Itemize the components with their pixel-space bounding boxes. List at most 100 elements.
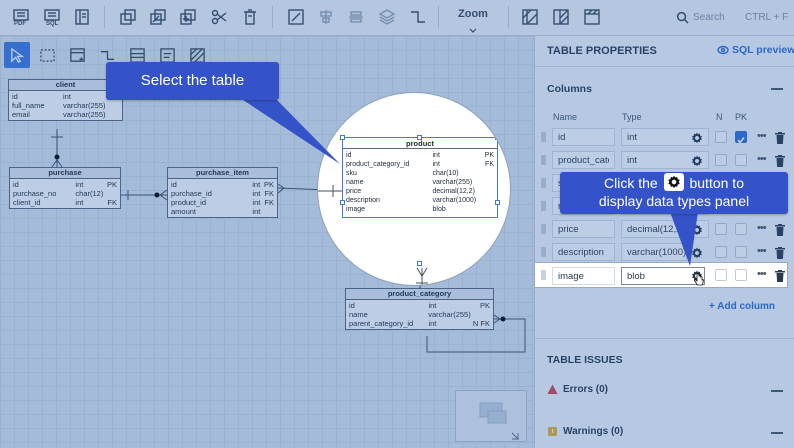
- add-column-button[interactable]: + Add column: [709, 301, 775, 312]
- column-key: [105, 189, 117, 198]
- column-key: PK: [107, 180, 118, 189]
- drag-handle[interactable]: [541, 247, 546, 257]
- callout-pointer: [670, 212, 698, 266]
- search-box[interactable]: CTRL + F: [676, 6, 790, 28]
- divider: [535, 338, 794, 339]
- export-sql-button[interactable]: SQL: [40, 5, 64, 29]
- column-name: name: [349, 310, 368, 319]
- table-purchase[interactable]: purchase id int PK purchase_no char(12) cli…: [9, 167, 121, 209]
- select-table-callout: Select the table: [106, 62, 279, 100]
- zoom-dropdown[interactable]: Zoom: [448, 8, 498, 33]
- nullable-checkbox[interactable]: [715, 246, 727, 258]
- column-type: int: [252, 189, 261, 198]
- table-title: product_category: [346, 289, 493, 300]
- more-options-icon[interactable]: •••: [757, 222, 767, 234]
- table-row: id int PK: [171, 180, 274, 189]
- copy-button[interactable]: [116, 5, 140, 29]
- paste-icon: [150, 9, 166, 25]
- cut-button[interactable]: [207, 5, 231, 29]
- search-input[interactable]: [693, 11, 741, 23]
- sql-label: SQL: [46, 21, 59, 27]
- nullable-checkbox[interactable]: [715, 131, 727, 143]
- column-name-input[interactable]: [552, 267, 615, 285]
- cut-icon: [211, 9, 227, 25]
- drag-handle[interactable]: [541, 178, 546, 188]
- trash-icon[interactable]: [775, 154, 785, 167]
- table-row: id int: [12, 92, 119, 101]
- resize-button[interactable]: [284, 5, 308, 42]
- hatch-icon: [584, 9, 600, 25]
- main-toolbar: PDF SQL Zoom Search CTRL + F: [0, 0, 794, 42]
- line-style-button[interactable]: [406, 5, 430, 42]
- column-name: amount: [171, 207, 197, 216]
- column-key: PK: [264, 180, 275, 189]
- collapse-columns-button[interactable]: [771, 88, 783, 90]
- search-shortcut: CTRL + F: [745, 11, 789, 23]
- pk-checkbox[interactable]: [735, 154, 747, 166]
- trash-icon[interactable]: [775, 246, 785, 259]
- collapse-warnings-button[interactable]: [771, 432, 783, 434]
- align-button[interactable]: [314, 5, 338, 42]
- nullable-checkbox[interactable]: [715, 223, 727, 235]
- table-purchase-item[interactable]: purchase_item id int PK purchase_id int FK p…: [167, 167, 278, 218]
- display-mode-3-button[interactable]: [580, 5, 604, 29]
- table-row: name varchar(255): [349, 310, 490, 319]
- gear-hint-callout: Click the button to display data types p…: [560, 172, 788, 214]
- gear-icon[interactable]: [691, 131, 703, 144]
- errors-item[interactable]: Errors (0): [547, 384, 608, 395]
- toolbar-separator: [438, 6, 439, 28]
- drag-handle[interactable]: [541, 201, 546, 211]
- delete-button[interactable]: [238, 5, 262, 29]
- panel-icon: [75, 9, 89, 25]
- collapse-errors-button[interactable]: [771, 390, 783, 392]
- gear-icon[interactable]: [691, 154, 703, 167]
- distribute-button[interactable]: [344, 5, 368, 42]
- column-key: PK: [479, 301, 490, 310]
- toggle-panel-button[interactable]: [70, 5, 94, 29]
- trash-icon[interactable]: [775, 269, 785, 282]
- column-name-input[interactable]: [552, 128, 615, 146]
- trash-icon[interactable]: [775, 223, 785, 236]
- pk-checkbox[interactable]: [735, 246, 747, 258]
- table-product-category[interactable]: product_category id int PK name varchar(255…: [345, 288, 494, 330]
- duplicate-button[interactable]: [176, 5, 200, 29]
- more-options-icon[interactable]: •••: [757, 268, 767, 280]
- drag-handle[interactable]: [541, 155, 546, 165]
- display-mode-1-button[interactable]: [518, 5, 542, 29]
- warnings-item[interactable]: Warnings (0): [547, 426, 623, 437]
- table-row: id int PK: [349, 301, 490, 310]
- sql-preview-button[interactable]: SQL preview: [717, 44, 794, 56]
- chevron-down-icon: [353, 29, 361, 42]
- paste-button[interactable]: [146, 5, 170, 29]
- nullable-checkbox[interactable]: [715, 269, 727, 281]
- column-name-input[interactable]: [552, 220, 615, 238]
- trash-icon[interactable]: [775, 131, 785, 144]
- drag-handle[interactable]: [541, 270, 546, 280]
- toolbar-separator: [508, 6, 509, 28]
- pk-checkbox[interactable]: [735, 131, 747, 144]
- display-mode-2-button[interactable]: [549, 5, 573, 29]
- table-row: full_name varchar(255): [12, 101, 119, 110]
- column-type: int: [252, 198, 261, 207]
- drag-handle[interactable]: [541, 224, 546, 234]
- callout-text: Click the: [604, 175, 658, 191]
- column-name-input[interactable]: [552, 151, 615, 169]
- nullable-checkbox[interactable]: [715, 154, 727, 166]
- export-pdf-button[interactable]: PDF: [9, 5, 33, 29]
- column-key: FK: [264, 189, 274, 198]
- column-name: purchase_no: [13, 189, 57, 198]
- callout-line-1: Click the button to: [560, 173, 788, 193]
- table-row: purchase_id int FK: [171, 189, 274, 198]
- more-options-icon[interactable]: •••: [757, 245, 767, 257]
- pk-checkbox[interactable]: [735, 269, 747, 281]
- table-row: parent_category_id int N FK: [349, 319, 490, 328]
- pk-checkbox[interactable]: [735, 223, 747, 235]
- minimap[interactable]: [455, 390, 527, 442]
- column-name-input[interactable]: [552, 243, 615, 261]
- layers-button[interactable]: [375, 5, 399, 42]
- drag-handle[interactable]: [541, 132, 546, 142]
- more-options-icon[interactable]: •••: [757, 153, 767, 165]
- more-options-icon[interactable]: •••: [757, 130, 767, 142]
- warning-icon: [548, 427, 557, 436]
- column-type: int: [252, 180, 261, 189]
